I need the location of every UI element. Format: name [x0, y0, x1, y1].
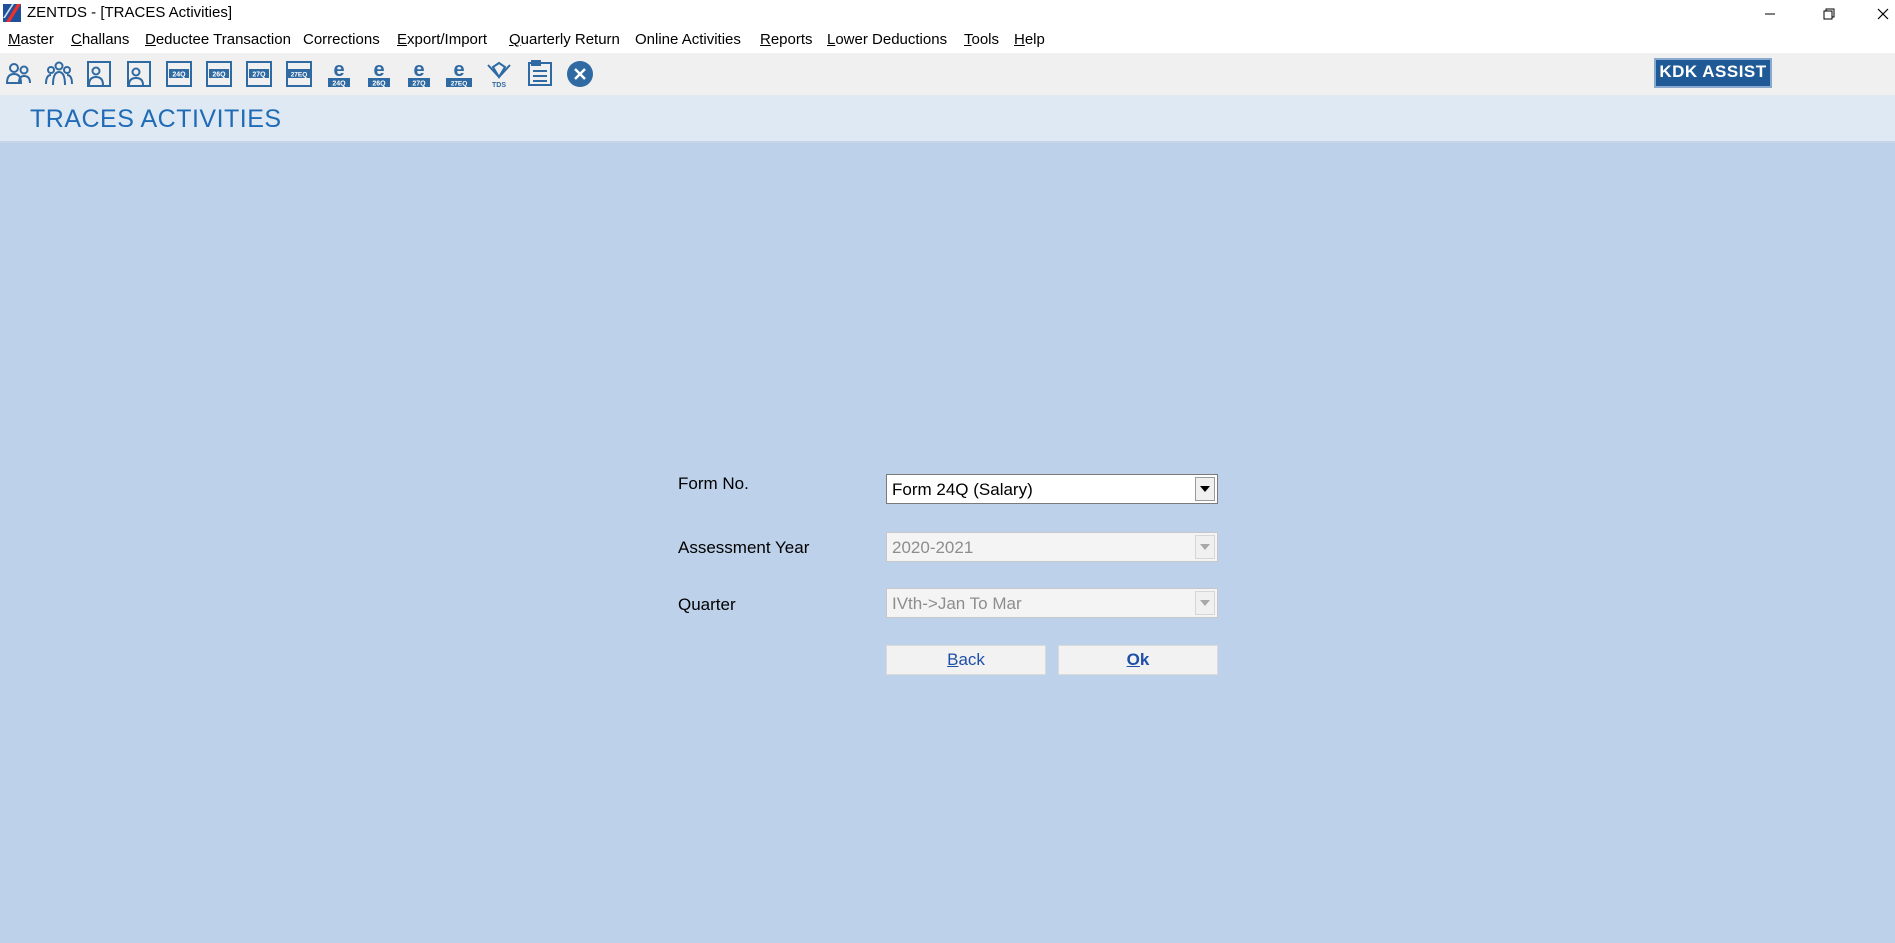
- svg-text:e: e: [413, 59, 424, 81]
- report-icon[interactable]: [525, 59, 555, 89]
- toolbar: 24Q 26Q 27Q 27EQ e 24Q e 26Q e 27Q e 27E…: [0, 53, 1895, 95]
- assessment-year-select: 2020-2021: [886, 532, 1218, 562]
- minimize-icon: [1765, 13, 1775, 14]
- employee-icon[interactable]: [84, 59, 114, 89]
- chevron-down-icon: [1200, 486, 1210, 492]
- form-no-label: Form No.: [678, 474, 749, 493]
- menu-bar: Master Challans Deductee Transaction Cor…: [0, 27, 1895, 53]
- svg-text:TDS: TDS: [492, 82, 506, 89]
- back-button[interactable]: Back: [886, 645, 1046, 675]
- menu-corrections[interactable]: Corrections: [303, 31, 380, 48]
- restore-button[interactable]: [1806, 0, 1852, 27]
- svg-text:26Q: 26Q: [372, 81, 386, 88]
- form-no-select[interactable]: Form 24Q (Salary): [886, 474, 1218, 504]
- tds-logo-icon[interactable]: TDS: [484, 59, 514, 89]
- e-return-icon[interactable]: e 24Q: [324, 59, 354, 89]
- assessment-year-label: Assessment Year: [678, 538, 810, 557]
- svg-text:27EQ: 27EQ: [451, 81, 468, 88]
- dropdown-arrow-button: [1195, 535, 1215, 559]
- party-icon[interactable]: [124, 59, 154, 89]
- deductees-icon[interactable]: [44, 59, 74, 89]
- close-icon: [1877, 8, 1889, 19]
- e-return-icon[interactable]: e 27EQ: [444, 59, 474, 89]
- svg-text:24Q: 24Q: [172, 72, 186, 79]
- page-header: TRACES ACTIVITIES: [0, 95, 1895, 143]
- svg-text:27Q: 27Q: [252, 72, 266, 79]
- page-title: TRACES ACTIVITIES: [30, 105, 282, 133]
- e-return-icon[interactable]: e 26Q: [364, 59, 394, 89]
- menu-master[interactable]: Master: [8, 31, 54, 48]
- restore-icon: [1823, 8, 1835, 19]
- form-icon[interactable]: 24Q: [164, 59, 194, 89]
- ok-button[interactable]: Ok: [1058, 645, 1218, 675]
- menu-export-import[interactable]: Export/Import: [397, 31, 487, 48]
- menu-challans[interactable]: Challans: [71, 31, 129, 48]
- title-bar: ZENTDS - [TRACES Activities]: [0, 0, 1895, 27]
- form-no-value: Form 24Q (Salary): [892, 480, 1033, 499]
- svg-text:e: e: [453, 59, 464, 81]
- quarter-select: IVth->Jan To Mar: [886, 588, 1218, 618]
- close-circle-icon[interactable]: [565, 59, 595, 89]
- e-return-icon[interactable]: e 27Q: [404, 59, 434, 89]
- dropdown-arrow-button: [1195, 591, 1215, 615]
- menu-quarterly-return[interactable]: Quarterly Return: [509, 31, 620, 48]
- quarter-value: IVth->Jan To Mar: [892, 594, 1022, 613]
- svg-text:27Q: 27Q: [412, 81, 426, 88]
- svg-text:e: e: [333, 59, 344, 81]
- menu-deductee-transaction[interactable]: Deductee Transaction: [145, 31, 291, 48]
- form-icon[interactable]: 27EQ: [284, 59, 314, 89]
- app-logo-icon: [3, 4, 21, 22]
- quarter-label: Quarter: [678, 595, 736, 614]
- chevron-down-icon: [1200, 600, 1210, 606]
- svg-text:e: e: [373, 59, 384, 81]
- menu-lower-deductions[interactable]: Lower Deductions: [827, 31, 947, 48]
- menu-reports[interactable]: Reports: [760, 31, 813, 48]
- deductor-icon[interactable]: [4, 59, 34, 89]
- form-icon[interactable]: 26Q: [204, 59, 234, 89]
- svg-text:26Q: 26Q: [212, 72, 226, 79]
- window-title: ZENTDS - [TRACES Activities]: [27, 4, 233, 21]
- menu-tools[interactable]: Tools: [964, 31, 999, 48]
- assessment-year-value: 2020-2021: [892, 538, 974, 557]
- svg-text:24Q: 24Q: [332, 81, 346, 88]
- svg-text:27EQ: 27EQ: [291, 72, 308, 79]
- minimize-button[interactable]: [1747, 0, 1793, 27]
- menu-help[interactable]: Help: [1014, 31, 1045, 48]
- form-icon[interactable]: 27Q: [244, 59, 274, 89]
- menu-online-activities[interactable]: Online Activities: [635, 31, 741, 48]
- kdk-assist-button[interactable]: KDK ASSIST: [1654, 58, 1772, 88]
- dropdown-arrow-button[interactable]: [1195, 477, 1215, 501]
- close-window-button[interactable]: [1860, 0, 1895, 27]
- chevron-down-icon: [1200, 544, 1210, 550]
